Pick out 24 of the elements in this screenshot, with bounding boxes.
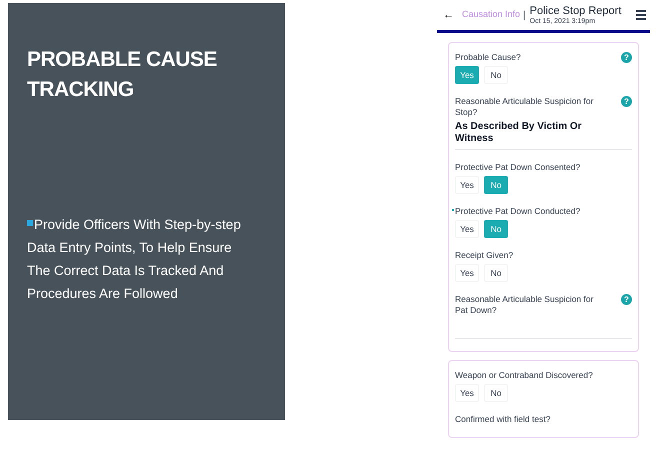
report-title: Police Stop Report xyxy=(530,6,622,16)
question-label: Protective Pat Down Conducted? xyxy=(452,206,604,217)
question-label: Probable Cause? xyxy=(455,52,522,63)
option-button[interactable]: Yes xyxy=(455,384,479,402)
option-button[interactable]: No xyxy=(484,264,508,282)
slide-title: PROBABLE CAUSE TRACKING xyxy=(27,47,218,103)
question-label: Reasonable Articulable Suspicion for Stop? xyxy=(455,96,594,118)
option-button[interactable]: Yes xyxy=(455,220,479,238)
question-label: Receipt Given? xyxy=(455,250,514,261)
back-button[interactable]: ← xyxy=(443,6,454,24)
section-label: Causation Info xyxy=(462,8,520,22)
question-label: Protective Pat Down Consented? xyxy=(455,162,582,173)
separator-text: | xyxy=(523,8,526,22)
bullet-icon xyxy=(27,220,33,226)
menu-icon[interactable] xyxy=(636,10,646,20)
question-label: Reasonable Articulable Suspicion for Pat Down? xyxy=(455,294,594,316)
question-label: Confirmed with field test? xyxy=(455,414,552,425)
option-button[interactable]: Yes xyxy=(455,176,479,194)
option-button[interactable]: No xyxy=(484,384,508,402)
option-button[interactable]: Yes xyxy=(455,264,479,282)
option-button[interactable]: No xyxy=(484,66,508,84)
question-label: Weapon or Contraband Discovered? xyxy=(455,370,594,381)
answer-field[interactable]: As Described By Victim Or Witness xyxy=(455,121,632,150)
bullet-text: Provide Officers With Step-by-step Data Entry Points, To Help Ensure The Correct Data Is Tracked And Procedures Are Followed xyxy=(27,216,242,303)
